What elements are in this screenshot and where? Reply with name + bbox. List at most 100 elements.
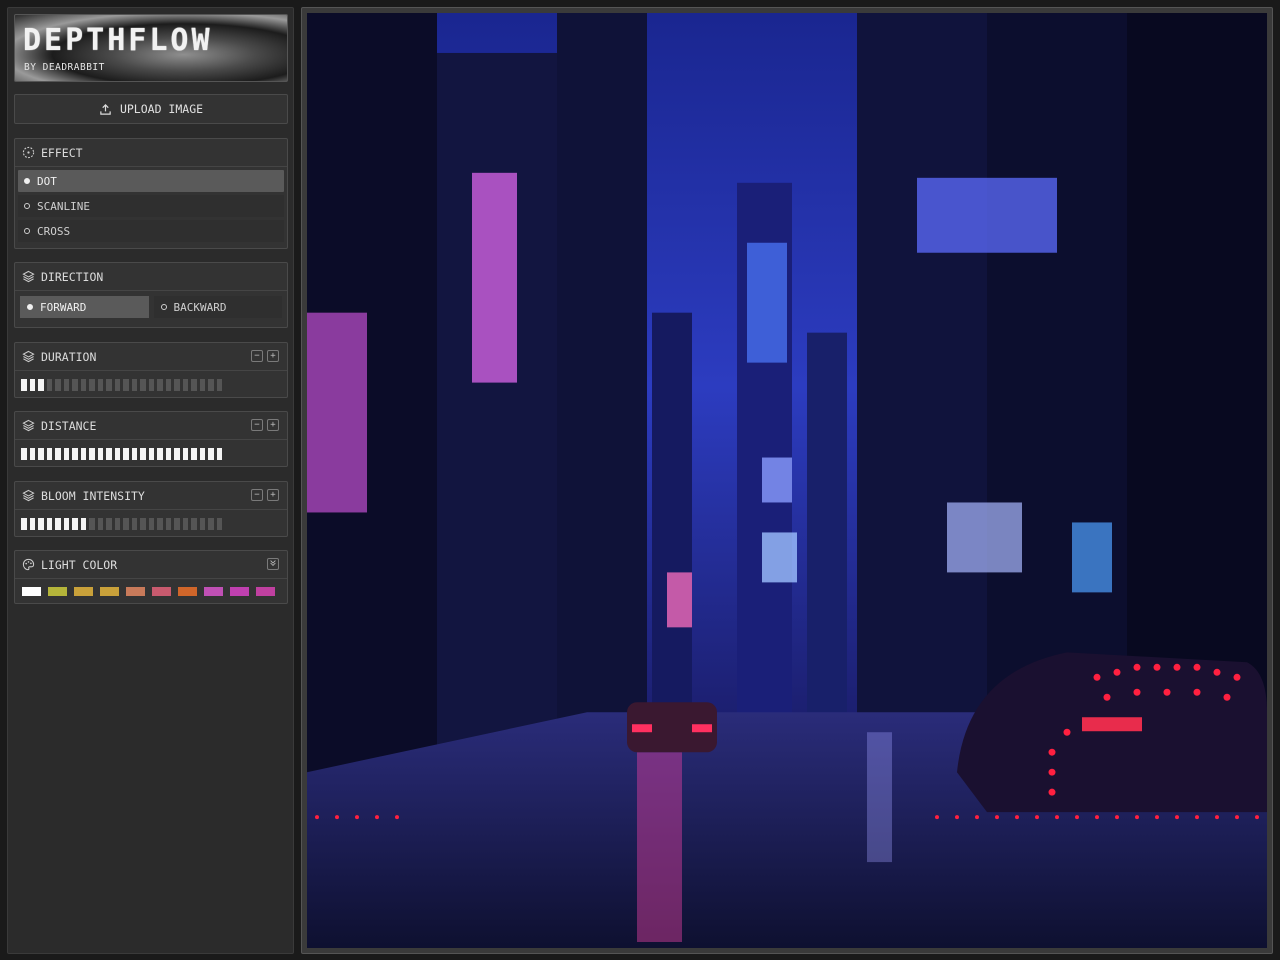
level-segment[interactable] xyxy=(216,518,222,530)
level-segment[interactable] xyxy=(123,448,129,460)
level-segment[interactable] xyxy=(148,379,154,391)
color-swatch[interactable] xyxy=(100,587,119,596)
duration-decrease-button[interactable]: − xyxy=(251,350,263,362)
color-swatch[interactable] xyxy=(152,587,171,596)
color-swatch[interactable] xyxy=(230,587,249,596)
level-segment[interactable] xyxy=(148,448,154,460)
level-segment[interactable] xyxy=(199,379,205,391)
level-segment[interactable] xyxy=(148,518,154,530)
color-swatch[interactable] xyxy=(204,587,223,596)
level-segment[interactable] xyxy=(55,448,61,460)
level-segment[interactable] xyxy=(165,518,171,530)
level-segment[interactable] xyxy=(46,518,52,530)
level-segment[interactable] xyxy=(216,448,222,460)
color-swatch[interactable] xyxy=(256,587,275,596)
level-segment[interactable] xyxy=(182,448,188,460)
level-segment[interactable] xyxy=(89,379,95,391)
level-segment[interactable] xyxy=(72,518,78,530)
level-segment[interactable] xyxy=(131,518,137,530)
level-segment[interactable] xyxy=(97,448,103,460)
level-segment[interactable] xyxy=(216,379,222,391)
level-segment[interactable] xyxy=(21,518,27,530)
level-segment[interactable] xyxy=(46,379,52,391)
level-segment[interactable] xyxy=(63,448,69,460)
level-segment[interactable] xyxy=(46,448,52,460)
level-segment[interactable] xyxy=(174,379,180,391)
level-segment[interactable] xyxy=(55,518,61,530)
level-segment[interactable] xyxy=(182,379,188,391)
level-segment[interactable] xyxy=(182,518,188,530)
color-swatch[interactable] xyxy=(74,587,93,596)
level-segment[interactable] xyxy=(199,448,205,460)
level-segment[interactable] xyxy=(123,379,129,391)
level-segment[interactable] xyxy=(106,448,112,460)
level-segment[interactable] xyxy=(106,379,112,391)
level-segment[interactable] xyxy=(21,448,27,460)
duration-increase-button[interactable]: + xyxy=(267,350,279,362)
level-segment[interactable] xyxy=(97,379,103,391)
level-segment[interactable] xyxy=(72,379,78,391)
level-segment[interactable] xyxy=(157,448,163,460)
level-segment[interactable] xyxy=(199,518,205,530)
level-segment[interactable] xyxy=(55,379,61,391)
level-segment[interactable] xyxy=(63,518,69,530)
level-segment[interactable] xyxy=(191,518,197,530)
level-segment[interactable] xyxy=(140,448,146,460)
bloom-decrease-button[interactable]: − xyxy=(251,489,263,501)
level-segment[interactable] xyxy=(89,518,95,530)
level-segment[interactable] xyxy=(191,448,197,460)
level-segment[interactable] xyxy=(174,448,180,460)
level-segment[interactable] xyxy=(72,448,78,460)
effect-option-dot[interactable]: DOT xyxy=(18,170,284,192)
level-segment[interactable] xyxy=(157,379,163,391)
level-segment[interactable] xyxy=(38,448,44,460)
distance-increase-button[interactable]: + xyxy=(267,419,279,431)
bloom-slider[interactable] xyxy=(15,510,287,538)
level-segment[interactable] xyxy=(38,518,44,530)
level-segment[interactable] xyxy=(63,379,69,391)
level-segment[interactable] xyxy=(208,379,214,391)
level-segment[interactable] xyxy=(80,379,86,391)
level-segment[interactable] xyxy=(191,379,197,391)
direction-option-forward[interactable]: FORWARD xyxy=(20,296,149,318)
level-segment[interactable] xyxy=(97,518,103,530)
level-segment[interactable] xyxy=(208,518,214,530)
effect-option-scanline[interactable]: SCANLINE xyxy=(18,195,284,217)
level-segment[interactable] xyxy=(29,448,35,460)
level-segment[interactable] xyxy=(157,518,163,530)
preview-canvas[interactable] xyxy=(301,7,1273,954)
level-segment[interactable] xyxy=(131,448,137,460)
level-segment[interactable] xyxy=(131,379,137,391)
duration-slider[interactable] xyxy=(15,371,287,399)
color-swatch[interactable] xyxy=(178,587,197,596)
level-segment[interactable] xyxy=(29,379,35,391)
level-segment[interactable] xyxy=(140,518,146,530)
level-segment[interactable] xyxy=(29,518,35,530)
level-segment[interactable] xyxy=(21,379,27,391)
color-swatch[interactable] xyxy=(48,587,67,596)
level-segment[interactable] xyxy=(114,448,120,460)
level-segment[interactable] xyxy=(106,518,112,530)
level-segment[interactable] xyxy=(80,518,86,530)
level-segment[interactable] xyxy=(174,518,180,530)
level-segment[interactable] xyxy=(114,518,120,530)
level-segment[interactable] xyxy=(140,379,146,391)
level-segment[interactable] xyxy=(165,379,171,391)
effect-option-cross[interactable]: CROSS xyxy=(18,220,284,242)
color-swatch[interactable] xyxy=(22,587,41,596)
chevron-down-icon[interactable] xyxy=(267,558,279,570)
direction-option-backward[interactable]: BACKWARD xyxy=(153,296,282,318)
upload-image-button[interactable]: UPLOAD IMAGE xyxy=(14,94,288,124)
level-segment[interactable] xyxy=(165,448,171,460)
level-segment[interactable] xyxy=(208,448,214,460)
color-swatch[interactable] xyxy=(126,587,145,596)
level-segment[interactable] xyxy=(114,379,120,391)
level-segment[interactable] xyxy=(80,448,86,460)
level-segment[interactable] xyxy=(123,518,129,530)
level-segment[interactable] xyxy=(89,448,95,460)
distance-slider[interactable] xyxy=(15,440,287,468)
bloom-increase-button[interactable]: + xyxy=(267,489,279,501)
distance-decrease-button[interactable]: − xyxy=(251,419,263,431)
level-segment[interactable] xyxy=(38,379,44,391)
option-label: FORWARD xyxy=(40,300,87,314)
